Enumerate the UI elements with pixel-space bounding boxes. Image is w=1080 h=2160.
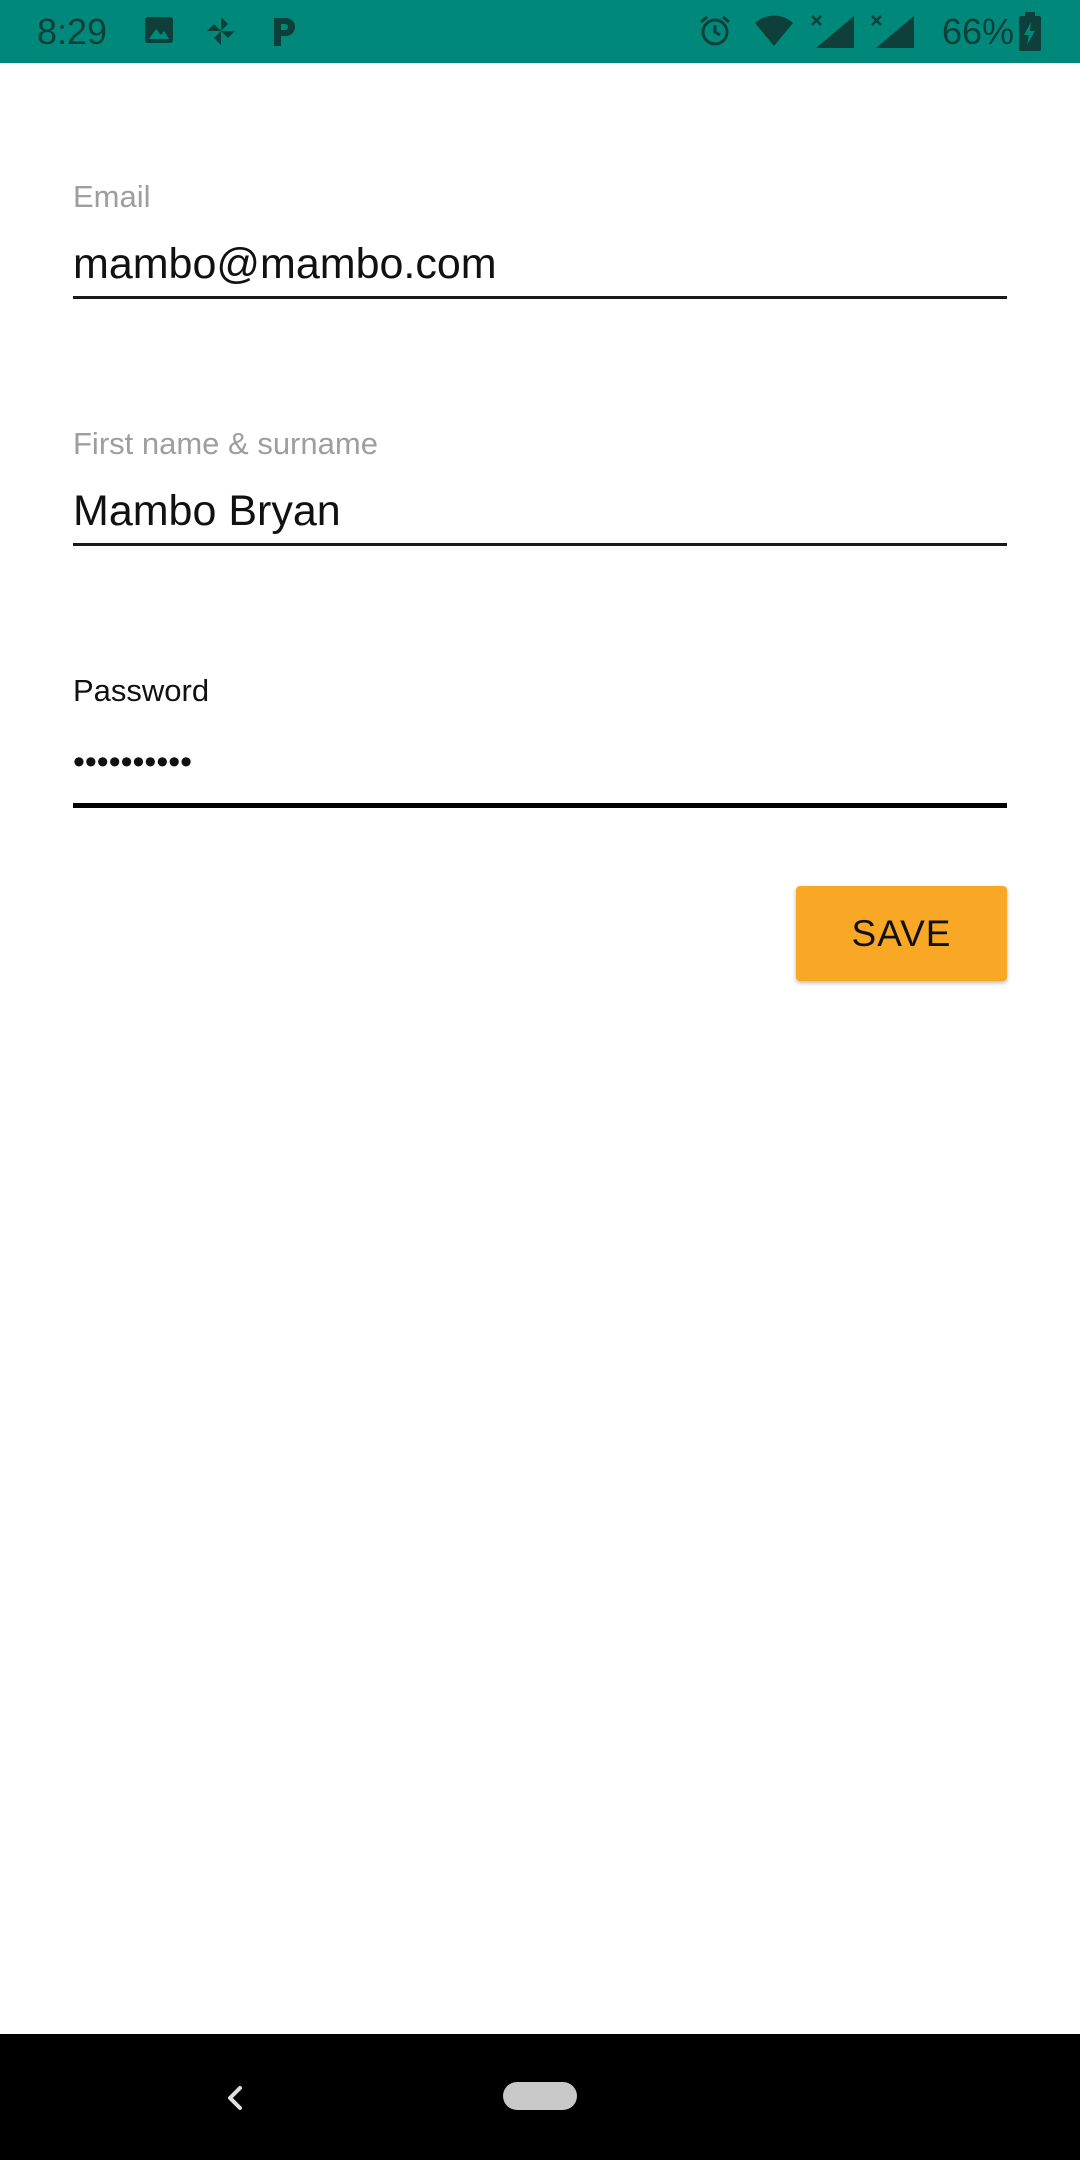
alarm-icon <box>698 14 732 53</box>
name-label: First name & surname <box>73 426 378 461</box>
parking-app-icon <box>270 14 300 53</box>
back-icon[interactable] <box>220 2078 250 2118</box>
email-field[interactable]: Email mambo@mambo.com <box>73 178 1007 300</box>
pinwheel-icon <box>204 14 238 53</box>
email-label: Email <box>73 179 151 214</box>
email-underline <box>73 296 1007 299</box>
email-input[interactable]: mambo@mambo.com <box>73 238 1007 290</box>
wifi-icon <box>754 14 794 53</box>
signal-x-icon <box>810 14 856 55</box>
home-pill-icon[interactable] <box>503 2082 577 2110</box>
password-field[interactable]: Password •••••••••• <box>73 672 1007 812</box>
profile-edit-screen: 8:29 66% Email mambo@mambo.com First nam… <box>0 0 1080 2160</box>
save-button[interactable]: SAVE <box>796 886 1007 981</box>
signal-x-icon <box>870 14 916 55</box>
password-input[interactable]: •••••••••• <box>73 736 1007 788</box>
battery-percent: 66% <box>941 11 1014 52</box>
image-icon <box>143 14 175 51</box>
password-label: Password <box>73 673 210 708</box>
name-input[interactable]: Mambo Bryan <box>73 485 1007 537</box>
status-bar: 8:29 66% <box>0 0 1080 63</box>
name-underline <box>73 543 1007 546</box>
name-field[interactable]: First name & surname Mambo Bryan <box>73 425 1007 547</box>
status-time: 8:29 <box>37 11 108 52</box>
battery-charging-icon <box>1018 12 1042 57</box>
password-underline <box>73 803 1007 808</box>
